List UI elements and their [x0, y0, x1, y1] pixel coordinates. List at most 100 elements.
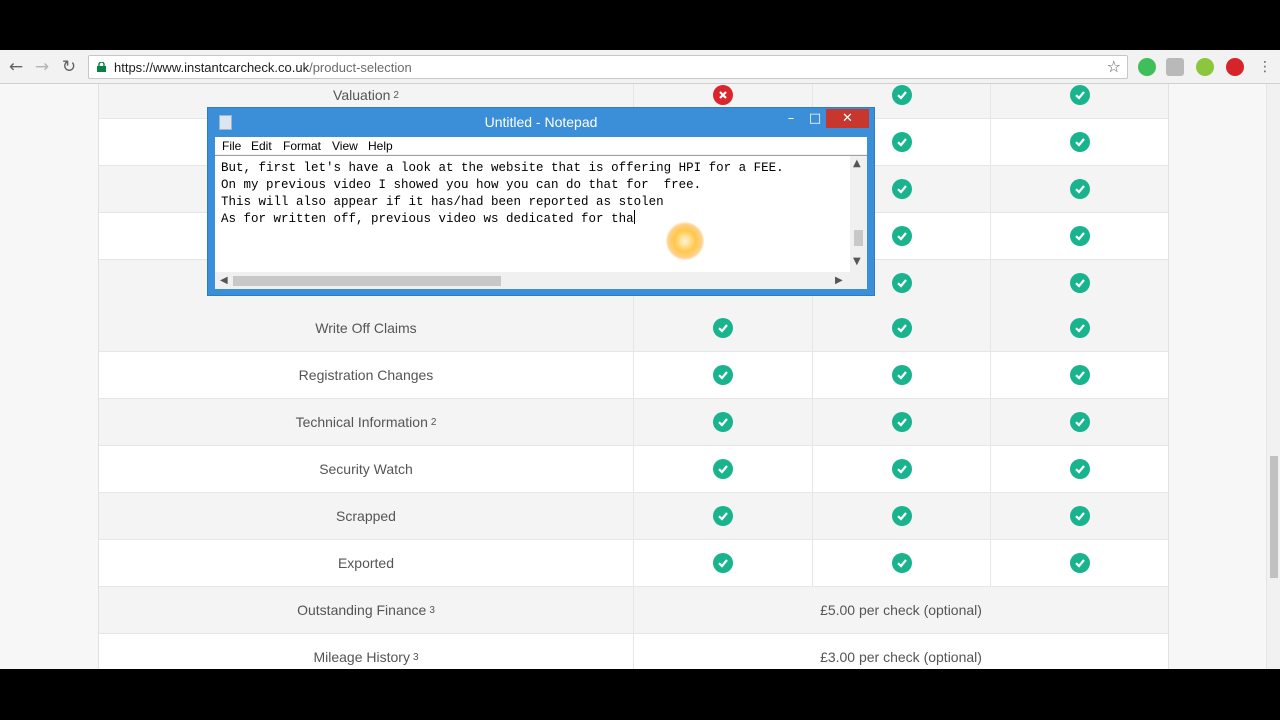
back-arrow-icon[interactable]: ←: [5, 56, 27, 78]
feature-label: Registration Changes: [99, 352, 634, 398]
feature-label: Security Watch: [99, 446, 634, 492]
package-cell: [991, 399, 1168, 445]
table-row: Mileage History 3 £3.00 per check (optiona…: [99, 634, 1168, 669]
feature-label: Exported: [99, 540, 634, 586]
footnote-marker: 2: [393, 89, 399, 101]
feature-label: Write Off Claims: [99, 305, 634, 351]
notepad-horizontal-scrollbar[interactable]: ◀ ▶: [215, 272, 867, 289]
feature-label-text: Exported: [337, 555, 395, 571]
package-cell: [813, 305, 991, 351]
package-cell: [991, 352, 1168, 398]
url-path: /product-selection: [309, 60, 412, 75]
check-icon: [1069, 365, 1090, 385]
notepad-vertical-scrollbar[interactable]: ▲ ▼: [850, 156, 867, 272]
package-cell: [991, 84, 1168, 118]
footnote-marker: 2: [430, 416, 437, 428]
package-cell: [991, 213, 1168, 259]
package-cell: [634, 446, 813, 492]
notepad-hscroll-thumb[interactable]: [233, 276, 501, 286]
check-icon: [713, 318, 733, 338]
package-cell: [991, 119, 1168, 165]
reload-icon[interactable]: ↻: [58, 56, 80, 78]
cross-icon: [713, 85, 733, 105]
package-cell: [991, 260, 1168, 306]
text-line: But, first let's have a look at the webs…: [221, 161, 784, 175]
menu-file[interactable]: File: [222, 139, 241, 153]
check-icon: [891, 85, 912, 105]
check-icon: [891, 132, 912, 152]
footnote-marker: 3: [429, 604, 435, 616]
page-scrollbar[interactable]: [1266, 84, 1280, 669]
text-line: As for written off, previous video ws de…: [221, 210, 784, 228]
package-cell: [813, 399, 991, 445]
check-icon: [891, 365, 912, 385]
url-text: https://www.instantcarcheck.co.uk/produc…: [114, 60, 412, 75]
menu-dots-icon[interactable]: ⋮: [1254, 56, 1276, 78]
feature-label-text: Write Off Claims: [315, 320, 417, 336]
check-icon: [1069, 459, 1090, 479]
text-line: This will also appear if it has/had been…: [221, 194, 664, 209]
package-cell: [991, 305, 1168, 351]
notepad-text-area[interactable]: But, first let's have a look at the webs…: [215, 155, 867, 289]
maximize-icon[interactable]: □: [806, 109, 824, 129]
package-cell: [991, 540, 1168, 586]
menu-view[interactable]: View: [332, 139, 358, 153]
package-cell: [634, 493, 813, 539]
check-icon: [1069, 179, 1090, 199]
check-icon: [1069, 273, 1090, 293]
table-row: Technical Information 2: [99, 399, 1168, 446]
extension-green-icon[interactable]: [1138, 58, 1156, 76]
check-icon: [891, 459, 912, 479]
address-bar[interactable]: https://www.instantcarcheck.co.uk/produc…: [88, 55, 1128, 79]
notepad-vscroll-thumb[interactable]: [854, 230, 863, 246]
check-icon: [713, 412, 733, 432]
mouse-cursor-highlight: [666, 222, 704, 260]
notepad-window[interactable]: Untitled - Notepad – □ ✕ File Edit Forma…: [207, 107, 875, 296]
package-cell: [991, 446, 1168, 492]
feature-label: Outstanding Finance 3: [99, 587, 634, 633]
url-base: https://www.instantcarcheck.co.uk: [114, 60, 310, 75]
feature-label-text: Mileage History: [313, 649, 410, 665]
comparison-table: Write Off Claims Registration Changes Tech…: [98, 305, 1169, 669]
browser-toolbar: ← → ↻ https://www.instantcarcheck.co.uk/…: [0, 50, 1280, 84]
scroll-down-arrow-icon[interactable]: ▼: [853, 256, 861, 267]
package-cell: [634, 540, 813, 586]
pinterest-icon[interactable]: [1226, 58, 1244, 76]
check-icon: [1069, 506, 1090, 526]
check-icon: [891, 412, 912, 432]
text-caret: [633, 210, 635, 225]
page-scrollbar-thumb[interactable]: [1270, 456, 1278, 578]
check-icon: [1069, 132, 1090, 152]
menu-format[interactable]: Format: [283, 139, 321, 153]
check-icon: [891, 273, 912, 293]
check-icon: [891, 318, 912, 338]
package-cell: [634, 352, 813, 398]
check-icon: [891, 179, 912, 199]
notepad-text[interactable]: But, first let's have a look at the webs…: [221, 160, 784, 228]
check-icon: [713, 459, 733, 479]
menu-help[interactable]: Help: [368, 139, 393, 153]
check-icon: [891, 226, 912, 246]
forward-arrow-icon[interactable]: →: [31, 56, 53, 78]
table-row: Write Off Claims: [99, 305, 1168, 352]
feature-label-text: Scrapped: [336, 508, 396, 524]
minimize-icon[interactable]: –: [782, 109, 800, 129]
check-icon: [1069, 318, 1090, 338]
check-icon: [891, 506, 912, 526]
scroll-up-arrow-icon[interactable]: ▲: [853, 158, 861, 169]
check-icon: [1069, 412, 1090, 432]
extension-cloud-icon[interactable]: [1166, 58, 1184, 76]
extension-chat-icon[interactable]: [1196, 58, 1214, 76]
feature-label-text: Outstanding Finance: [297, 602, 427, 618]
text-line: On my previous video I showed you how yo…: [221, 177, 702, 192]
price-cell: £5.00 per check (optional): [820, 602, 982, 618]
notepad-titlebar[interactable]: Untitled - Notepad – □ ✕: [208, 108, 874, 137]
scroll-left-arrow-icon[interactable]: ◀: [220, 275, 228, 286]
scroll-right-arrow-icon[interactable]: ▶: [835, 275, 843, 286]
bookmark-star-icon[interactable]: ☆: [1107, 57, 1121, 76]
feature-label: Scrapped: [99, 493, 634, 539]
notepad-title: Untitled - Notepad: [484, 114, 598, 130]
menu-edit[interactable]: Edit: [251, 139, 272, 153]
check-icon: [1069, 226, 1090, 246]
close-icon[interactable]: ✕: [826, 109, 869, 128]
